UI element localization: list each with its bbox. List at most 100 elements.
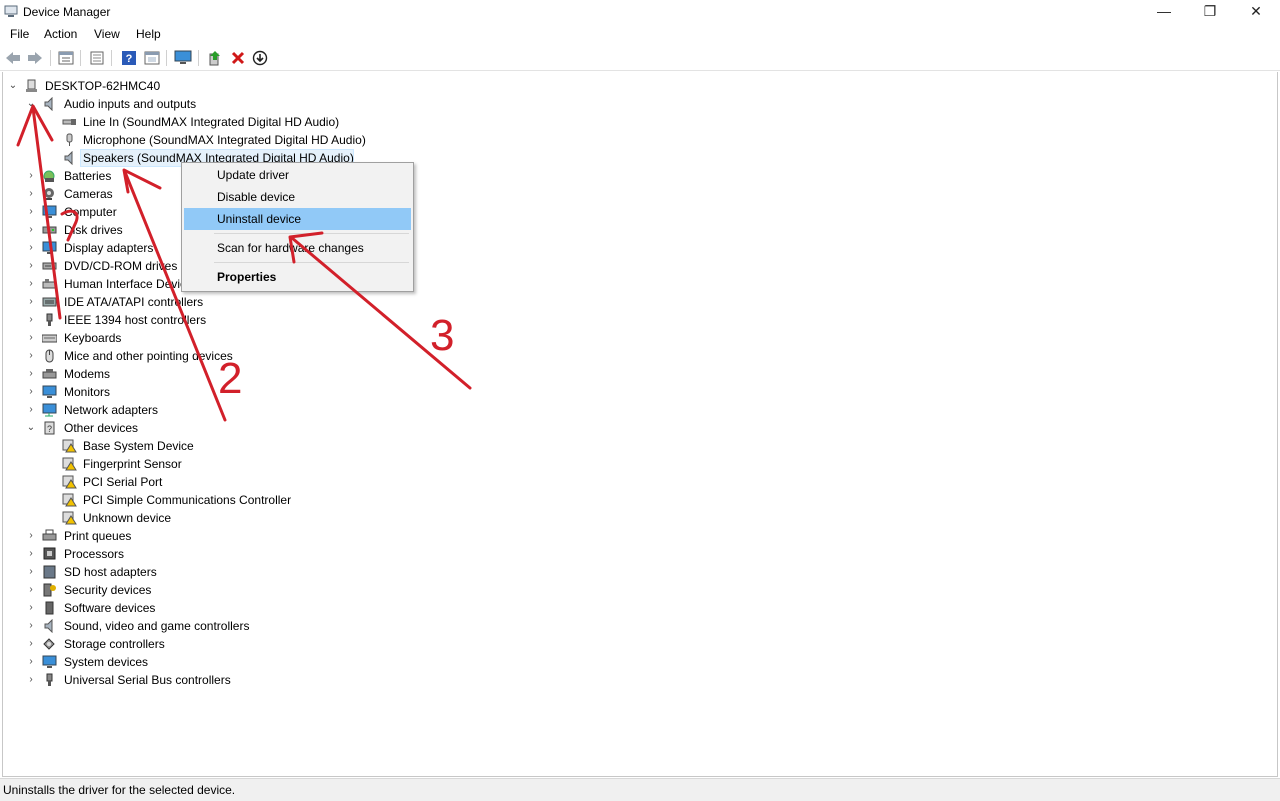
update-driver-icon[interactable] <box>206 49 224 67</box>
computer-monitor-icon <box>42 205 57 218</box>
chevron-right-icon[interactable]: › <box>26 581 36 599</box>
chevron-right-icon[interactable]: › <box>26 329 36 347</box>
chevron-down-icon[interactable]: ⌄ <box>26 419 36 437</box>
scan-changes-icon[interactable] <box>251 49 269 67</box>
category-label: Print queues <box>64 529 132 543</box>
menu-properties[interactable]: Properties <box>184 266 411 288</box>
restore-button[interactable]: ❐ <box>1187 0 1233 24</box>
chevron-right-icon[interactable]: › <box>26 545 36 563</box>
sd-card-icon <box>43 565 56 579</box>
chevron-right-icon[interactable]: › <box>26 365 36 383</box>
toolbar-separator <box>166 50 167 66</box>
category-label: Software devices <box>64 601 156 615</box>
category-label: Network adapters <box>64 403 159 417</box>
category-label: IEEE 1394 host controllers <box>64 313 207 327</box>
chevron-right-icon[interactable]: › <box>26 347 36 365</box>
device-label: Microphone (SoundMAX Integrated Digital … <box>83 133 366 147</box>
chevron-right-icon[interactable]: › <box>26 257 36 275</box>
line-in-icon <box>62 119 76 125</box>
category-label: Display adapters <box>64 241 154 255</box>
category-label: Mice and other pointing devices <box>64 349 233 363</box>
menu-scan-hardware[interactable]: Scan for hardware changes <box>184 237 411 259</box>
title-bar: Device Manager — ❐ ✕ <box>0 0 1280 24</box>
security-key-icon <box>43 583 56 597</box>
monitor-icon <box>42 385 57 398</box>
uninstall-icon[interactable] <box>229 49 247 67</box>
menu-item-label: Properties <box>217 270 277 284</box>
menu-update-driver[interactable]: Update driver <box>184 164 411 186</box>
warning-device-icon <box>62 475 77 489</box>
monitor-icon[interactable] <box>174 49 192 67</box>
menu-file[interactable]: File <box>10 27 29 41</box>
chevron-right-icon[interactable]: › <box>26 563 36 581</box>
camera-icon <box>44 188 54 200</box>
category-label: Storage controllers <box>64 637 165 651</box>
toolbar-separator <box>111 50 112 66</box>
menu-help[interactable]: Help <box>136 27 161 41</box>
back-icon[interactable] <box>4 49 22 67</box>
chevron-right-icon[interactable]: › <box>26 203 36 221</box>
printer-icon <box>42 529 57 541</box>
toolbar-separator <box>80 50 81 66</box>
hid-icon <box>42 279 57 289</box>
category-label: Security devices <box>64 583 152 597</box>
chevron-right-icon[interactable]: › <box>26 653 36 671</box>
minimize-button[interactable]: — <box>1141 0 1187 24</box>
action-view-icon[interactable] <box>143 49 161 67</box>
menu-disable-device[interactable]: Disable device <box>184 186 411 208</box>
ide-controller-icon <box>42 297 57 307</box>
category-label: Monitors <box>64 385 111 399</box>
category-label: IDE ATA/ATAPI controllers <box>64 295 204 309</box>
device-label: Base System Device <box>83 439 194 453</box>
chevron-right-icon[interactable]: › <box>26 293 36 311</box>
chevron-right-icon[interactable]: › <box>26 221 36 239</box>
category-label: Disk drives <box>64 223 123 237</box>
menu-uninstall-device[interactable]: Uninstall device <box>184 208 411 230</box>
chevron-right-icon[interactable]: › <box>26 311 36 329</box>
chevron-right-icon[interactable]: › <box>26 527 36 545</box>
disk-drive-icon <box>42 226 57 234</box>
context-menu: Update driver Disable device Uninstall d… <box>181 162 414 292</box>
warning-device-icon <box>62 493 77 507</box>
svg-text:?: ? <box>126 53 133 65</box>
properties-icon[interactable] <box>57 49 75 67</box>
chevron-down-icon[interactable]: ⌄ <box>26 95 36 113</box>
chevron-right-icon[interactable]: › <box>26 635 36 653</box>
chevron-right-icon[interactable]: › <box>26 185 36 203</box>
forward-icon[interactable] <box>26 49 44 67</box>
menu-action[interactable]: Action <box>44 27 77 41</box>
device-label: Line In (SoundMAX Integrated Digital HD … <box>83 115 340 129</box>
chevron-right-icon[interactable]: › <box>26 239 36 257</box>
tree-root-label: DESKTOP-62HMC40 <box>45 79 161 93</box>
chevron-right-icon[interactable]: › <box>26 617 36 635</box>
menu-item-label: Scan for hardware changes <box>217 241 364 255</box>
chevron-right-icon[interactable]: › <box>26 599 36 617</box>
show-hidden-icon[interactable] <box>88 49 106 67</box>
menu-view[interactable]: View <box>94 27 120 41</box>
chevron-right-icon[interactable]: › <box>26 383 36 401</box>
microphone-icon <box>66 133 73 146</box>
toolbar-separator <box>198 50 199 66</box>
menu-item-label: Disable device <box>217 190 296 204</box>
speaker-icon <box>44 619 53 633</box>
system-device-icon <box>42 655 57 668</box>
toolbar-separator <box>50 50 51 66</box>
chevron-right-icon[interactable]: › <box>26 671 36 689</box>
menu-item-label: Update driver <box>217 168 290 182</box>
svg-text:?: ? <box>47 424 52 434</box>
help-icon[interactable]: ? <box>120 49 138 67</box>
chevron-right-icon[interactable]: › <box>26 401 36 419</box>
category-label: System devices <box>64 655 149 669</box>
software-device-icon <box>45 601 54 615</box>
chevron-right-icon[interactable]: › <box>26 275 36 293</box>
category-label: Cameras <box>64 187 113 201</box>
battery-icon <box>43 170 55 182</box>
close-button[interactable]: ✕ <box>1233 0 1279 24</box>
device-label: Unknown device <box>83 511 172 525</box>
category-label: Other devices <box>64 421 139 435</box>
category-label: Universal Serial Bus controllers <box>64 673 231 687</box>
device-label: Fingerprint Sensor <box>83 457 182 471</box>
device-manager-app-icon <box>4 5 18 17</box>
chevron-down-icon[interactable]: ⌄ <box>8 77 18 95</box>
chevron-right-icon[interactable]: › <box>26 167 36 185</box>
